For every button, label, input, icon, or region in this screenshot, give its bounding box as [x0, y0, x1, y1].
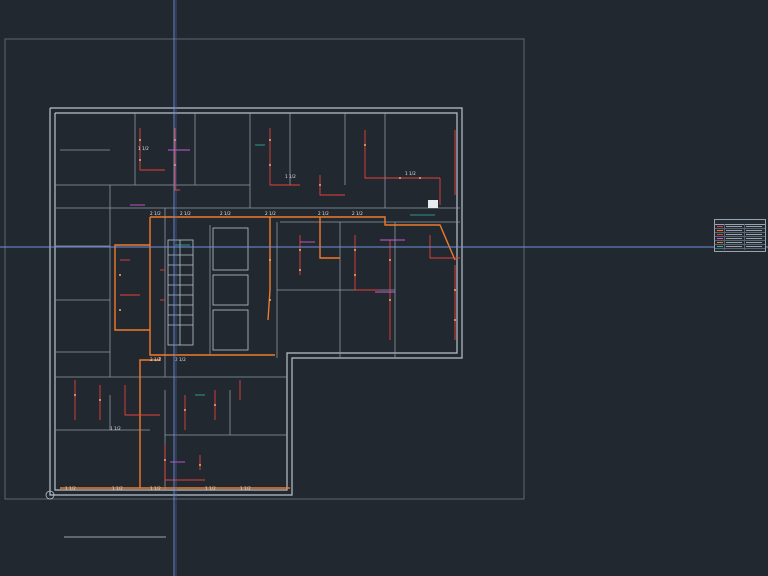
label-bottom-3: 1 1/2 — [150, 486, 161, 491]
building-outline — [49, 107, 463, 496]
cad-model-viewport[interactable]: 2 1/2 2 1/2 2 1/2 2 1/2 2 1/2 2 1/2 1 1/… — [0, 0, 768, 576]
interior-walls — [55, 113, 460, 490]
sprinkler-heads — [74, 139, 456, 466]
pipe-accent-runs — [130, 149, 405, 463]
label-main-2: 2 1/2 — [220, 211, 231, 216]
riser-block — [428, 200, 438, 208]
label-main-4: 2 1/2 — [318, 211, 329, 216]
legend-row — [715, 245, 765, 249]
label-riser-2: 1 1/2 — [285, 174, 296, 179]
label-main-5: 2 1/2 — [352, 211, 363, 216]
label-main-3: 2 1/2 — [265, 211, 276, 216]
pipe-size-labels: 2 1/2 2 1/2 2 1/2 2 1/2 2 1/2 2 1/2 1 1/… — [65, 146, 416, 491]
label-bottom-4: 1 1/2 — [205, 486, 216, 491]
sprinkler-branch-pipes — [74, 128, 460, 481]
drawing-legend — [714, 219, 766, 252]
label-main-1: 2 1/2 — [180, 211, 191, 216]
label-bottom-2: 1 1/2 — [112, 486, 123, 491]
label-lower-2: 2 1/2 — [175, 357, 186, 362]
label-main-6: 2 1/2 — [150, 211, 161, 216]
label-bottom-5: 1 1/2 — [240, 486, 251, 491]
label-lower-3: 1 1/2 — [110, 426, 121, 431]
label-riser-1: 1 1/2 — [138, 146, 149, 151]
floor-plan-drawing[interactable]: 2 1/2 2 1/2 2 1/2 2 1/2 2 1/2 2 1/2 1 1/… — [0, 0, 768, 576]
label-riser-3: 1 1/2 — [405, 171, 416, 176]
label-bottom-1: 1 1/2 — [65, 486, 76, 491]
elevator-stair-core — [167, 227, 249, 351]
label-lower-1: 2 1/2 — [150, 357, 161, 362]
